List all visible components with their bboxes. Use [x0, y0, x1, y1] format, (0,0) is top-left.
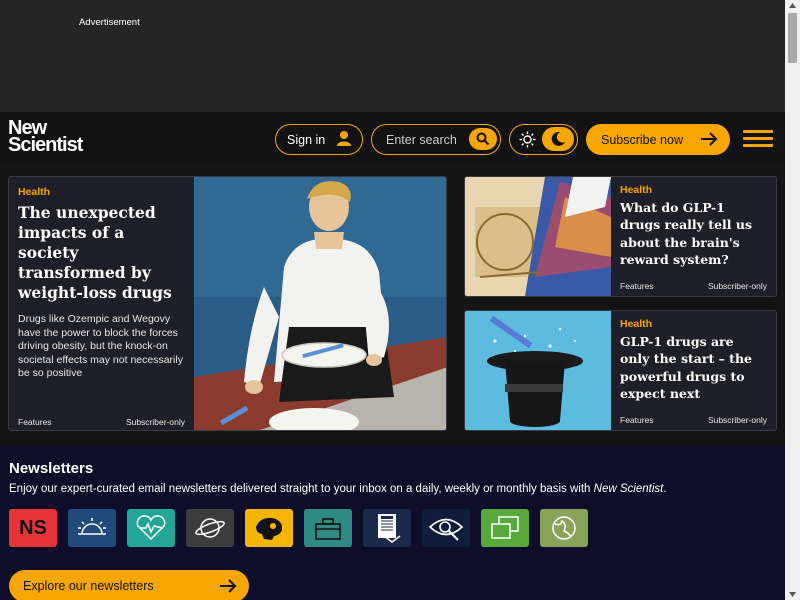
- eye-magnifier-icon[interactable]: [422, 509, 470, 547]
- vertical-scrollbar[interactable]: [785, 0, 800, 600]
- subscribe-button[interactable]: Subscribe now: [586, 124, 730, 155]
- featured-articles: Health The unexpected impacts of a socie…: [0, 162, 785, 445]
- newsletters-section: Newsletters Enjoy our expert-curated ema…: [0, 445, 785, 600]
- brain-reward-illustration[interactable]: [465, 177, 611, 296]
- sign-in-label: Sign in: [287, 132, 326, 147]
- waiter-illustration[interactable]: [194, 177, 447, 431]
- search-button[interactable]: [469, 128, 497, 150]
- scroll-up-arrow-icon[interactable]: [788, 2, 797, 10]
- main-article-text: Health The unexpected impacts of a socie…: [9, 177, 194, 430]
- main-article-card[interactable]: Health The unexpected impacts of a socie…: [8, 176, 447, 431]
- arrow-right-icon: [701, 132, 718, 146]
- chat-bubbles-icon[interactable]: [481, 509, 529, 547]
- article-type: Features: [620, 415, 654, 425]
- planet-icon[interactable]: [186, 509, 234, 547]
- globe-leaf-icon[interactable]: [540, 509, 588, 547]
- theme-toggle[interactable]: [509, 124, 578, 155]
- ns-logo-icon[interactable]: NS: [9, 509, 57, 547]
- search-bar[interactable]: Enter search: [371, 124, 501, 155]
- scrollbar-thumb[interactable]: [788, 13, 797, 63]
- advertisement-label: Advertisement: [79, 17, 140, 28]
- explore-label: Explore our newsletters: [23, 579, 154, 593]
- newsletter-icons: NS: [9, 509, 776, 547]
- newsletters-description: Enjoy our expert-curated email newslette…: [9, 483, 667, 495]
- sunrise-icon[interactable]: [68, 509, 116, 547]
- article-access: Subscriber-only: [707, 415, 767, 425]
- new-scientist-logo[interactable]: New Scientist: [8, 118, 83, 155]
- arrow-right-icon: [220, 579, 237, 593]
- article-type: Features: [18, 417, 52, 427]
- newsletters-title: Newsletters: [9, 460, 94, 477]
- search-icon: [476, 132, 490, 146]
- site-header: New Scientist Sign in Enter search Subsc…: [0, 112, 785, 162]
- moon-icon: [551, 131, 565, 146]
- article-tag[interactable]: Health: [18, 186, 185, 198]
- user-icon: [337, 131, 351, 146]
- article-title[interactable]: What do GLP-1 drugs really tell us about…: [620, 199, 767, 268]
- magic-hat-illustration[interactable]: [465, 311, 611, 430]
- advertisement-banner[interactable]: Advertisement: [0, 0, 785, 112]
- toolbox-icon[interactable]: [304, 509, 352, 547]
- article-title[interactable]: The unexpected impacts of a society tran…: [18, 203, 185, 303]
- newsletter-document-icon[interactable]: [363, 509, 411, 547]
- article-tag[interactable]: Health: [620, 318, 767, 330]
- article-access: Subscriber-only: [125, 417, 185, 427]
- article-access: Subscriber-only: [707, 281, 767, 291]
- article-tag[interactable]: Health: [620, 184, 767, 196]
- page: Advertisement New Scientist Sign in Ente…: [0, 0, 785, 600]
- article-description: Drugs like Ozempic and Wegovy have the p…: [18, 313, 183, 379]
- article-type: Features: [620, 281, 654, 291]
- sign-in-button[interactable]: Sign in: [275, 124, 363, 155]
- heartbeat-icon[interactable]: [127, 509, 175, 547]
- side-article-text: Health What do GLP-1 drugs really tell u…: [611, 177, 776, 296]
- sun-icon[interactable]: [519, 131, 536, 148]
- article-title[interactable]: GLP-1 drugs are only the start – the pow…: [620, 333, 767, 402]
- side-article-card[interactable]: Health What do GLP-1 drugs really tell u…: [464, 176, 777, 297]
- fossil-skull-icon[interactable]: [245, 509, 293, 547]
- side-article-card[interactable]: Health GLP-1 drugs are only the start – …: [464, 310, 777, 431]
- explore-newsletters-button[interactable]: Explore our newsletters: [9, 570, 249, 600]
- subscribe-label: Subscribe now: [601, 132, 683, 147]
- side-article-text: Health GLP-1 drugs are only the start – …: [611, 311, 776, 430]
- hamburger-menu-icon[interactable]: [743, 130, 773, 148]
- scroll-down-arrow-icon[interactable]: [788, 590, 797, 598]
- search-input[interactable]: Enter search: [386, 133, 457, 147]
- dark-mode-button[interactable]: [542, 127, 574, 151]
